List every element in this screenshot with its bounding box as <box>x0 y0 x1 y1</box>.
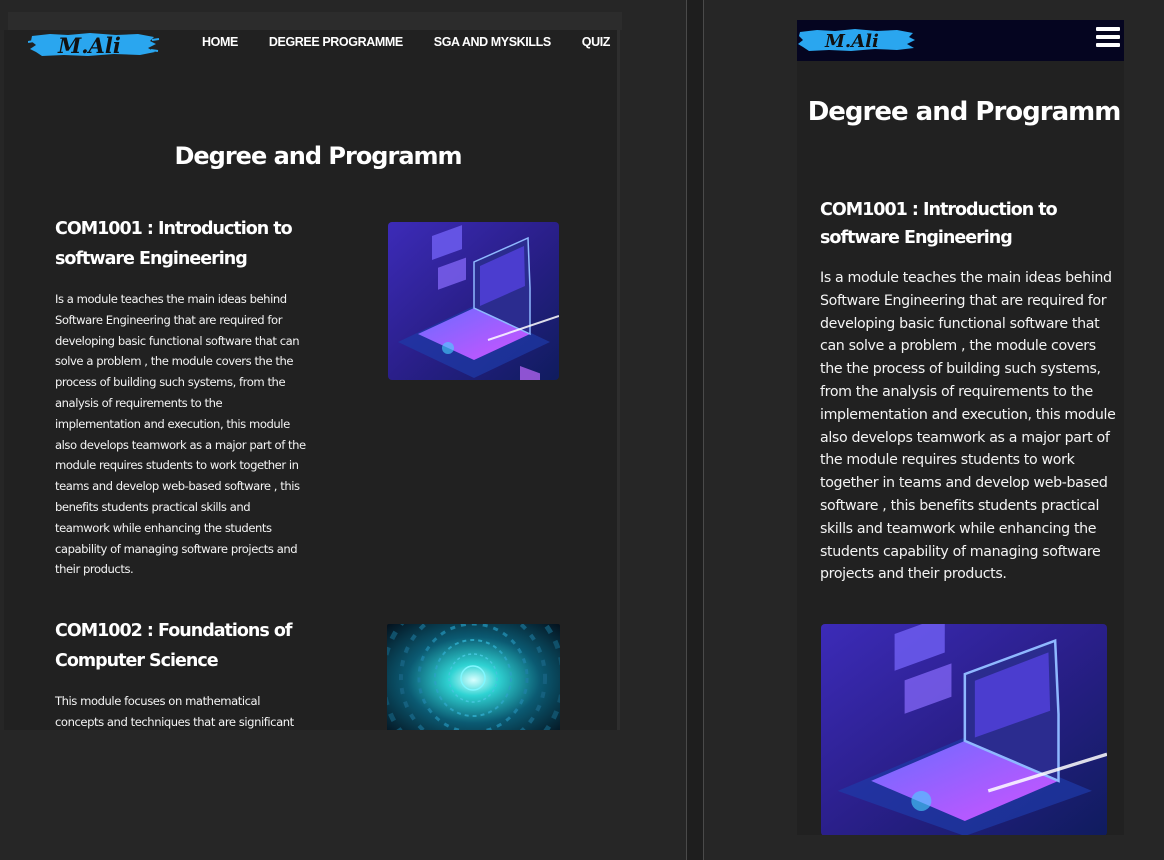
page-title: Degree and Programm <box>807 97 1122 127</box>
desktop-preview: M.Ali HOME DEGREE PROGRAMME SGA AND MYSK… <box>4 30 620 730</box>
desktop-titlebar <box>8 12 622 30</box>
module-title: COM1001 : Introduction to software Engin… <box>55 219 293 269</box>
logo-brush-graphic: M.Ali <box>28 33 160 58</box>
module-image-binary-tunnel <box>387 624 560 730</box>
module-description: This module focuses on mathematical conc… <box>55 694 294 729</box>
logo-text: M.Ali <box>57 33 121 58</box>
logo-brush-graphic: M.Ali <box>798 29 915 52</box>
module-description: Is a module teaches the main ideas behin… <box>55 292 306 577</box>
module-title: COM1002 : Foundations of Computer Scienc… <box>55 621 293 671</box>
logo-text: M.Ali <box>824 31 879 52</box>
mobile-preview: M.Ali Degree and Programm COM1001 : Intr… <box>797 20 1124 835</box>
site-logo[interactable]: M.Ali <box>28 30 160 62</box>
nav-degree-programme[interactable]: DEGREE PROGRAMME <box>269 35 403 49</box>
nav-sga-myskills[interactable]: SGA AND MYSKILLS <box>434 35 551 49</box>
mobile-header: M.Ali <box>797 20 1124 61</box>
site-logo[interactable]: M.Ali <box>797 25 917 55</box>
module-image-laptop <box>821 624 1107 835</box>
hamburger-menu-icon[interactable] <box>1096 27 1120 51</box>
page-title: Degree and Programm <box>174 142 462 170</box>
module-description: Is a module teaches the main ideas behin… <box>820 270 1116 583</box>
panel-divider <box>686 0 704 860</box>
module-image-laptop <box>388 222 559 380</box>
nav-home[interactable]: HOME <box>202 35 238 49</box>
module-title: COM1001 : Introduction to software Engin… <box>820 200 1058 248</box>
nav-quiz[interactable]: QUIZ <box>582 35 611 49</box>
main-nav: HOME DEGREE PROGRAMME SGA AND MYSKILLS Q… <box>202 35 617 49</box>
